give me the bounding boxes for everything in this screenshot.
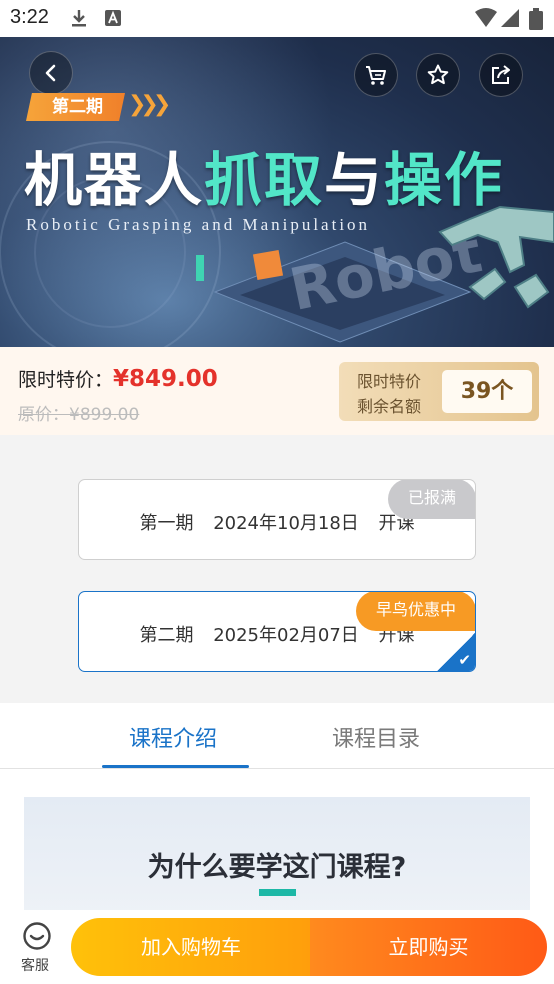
- course-banner: Robot 第二期 ❯❯❯ 机器人抓取与操作 Robotic Grasping …: [0, 37, 554, 347]
- status-bar: 3:22: [0, 0, 554, 37]
- share-icon: [492, 65, 510, 84]
- period-arrows: ❯❯❯: [128, 92, 171, 117]
- cart-icon: [366, 66, 386, 85]
- original-price: 原价：¥899.00: [18, 405, 140, 425]
- share-button[interactable]: [479, 53, 523, 97]
- price-label: 限时特价：: [18, 369, 114, 391]
- status-badge: 已报满: [387, 480, 475, 519]
- heading-underline: [259, 889, 296, 896]
- course-title: 机器人抓取与操作: [24, 146, 505, 214]
- active-tab-indicator: [102, 765, 249, 768]
- back-icon: [45, 64, 56, 82]
- course-subtitle: Robotic Grasping and Manipulation: [26, 215, 371, 234]
- customer-service-icon: [23, 922, 51, 950]
- quota-label-1: 限时特价: [357, 372, 422, 391]
- download-icon: [70, 8, 88, 32]
- add-to-cart-button[interactable]: 加入购物车: [71, 918, 311, 976]
- tab-course-intro[interactable]: 课程介绍: [129, 721, 217, 753]
- checkmark-icon: ✔: [458, 651, 471, 669]
- price-row: 限时特价：¥849.00: [18, 365, 218, 392]
- intro-card: 为什么要学这门课程?: [24, 797, 530, 917]
- session-option-1[interactable]: 第一期 2024年10月18日 开课 已报满: [78, 479, 476, 560]
- quota-count: 39个: [442, 370, 532, 413]
- keyboard-a-icon: [104, 8, 122, 32]
- wifi-icon: [474, 8, 498, 32]
- price-section: 限时特价：¥849.00 原价：¥899.00 限时特价 剩余名额 39个: [0, 347, 554, 435]
- intro-heading: 为什么要学这门课程?: [147, 852, 407, 883]
- bottom-action-bar: 客服 加入购物车 立即购买: [0, 910, 554, 984]
- status-badge: 早鸟优惠中: [355, 592, 475, 631]
- favorite-button[interactable]: [416, 53, 460, 97]
- battery-icon: [529, 8, 543, 34]
- current-price: ¥849.00: [113, 366, 218, 392]
- signal-icon: [500, 8, 520, 32]
- star-icon: [427, 64, 449, 85]
- tab-course-catalog[interactable]: 课程目录: [332, 721, 420, 753]
- customer-service-label: 客服: [21, 958, 49, 974]
- back-button[interactable]: [29, 51, 73, 95]
- buy-now-button[interactable]: 立即购买: [310, 918, 547, 976]
- course-tabs: 课程介绍 课程目录: [0, 703, 554, 769]
- status-time: 3:22: [10, 6, 49, 28]
- cart-button[interactable]: [354, 53, 398, 97]
- period-tag: 第二期: [26, 93, 125, 121]
- course-intro-content: 为什么要学这门课程?: [0, 769, 554, 917]
- session-option-2[interactable]: 第二期 2025年02月07日 开课 早鸟优惠中 ✔: [78, 591, 476, 672]
- quota-box: 限时特价 剩余名额 39个: [339, 362, 539, 421]
- quota-label-2: 剩余名额: [357, 397, 422, 416]
